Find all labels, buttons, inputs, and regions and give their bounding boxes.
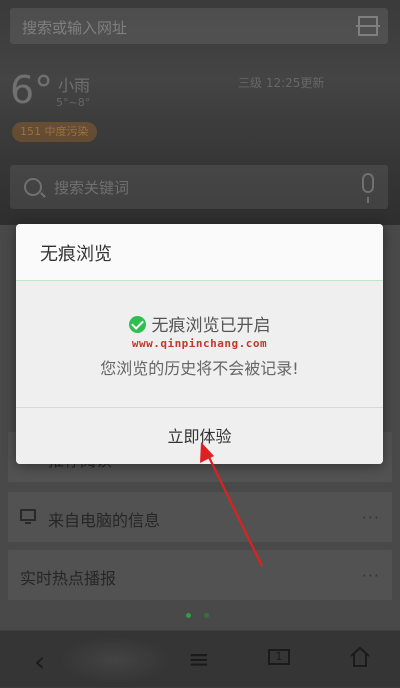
watermark-text: www.qinpinchang.com	[131, 337, 268, 350]
status-text: 无痕浏览已开启	[151, 316, 271, 336]
check-circle-icon	[128, 316, 146, 333]
incognito-dialog: 无痕浏览 无痕浏览已开启 www.qinpinchang.com 您浏览的历史将…	[16, 224, 383, 464]
description-text: 您浏览的历史将不会被记录!	[100, 359, 299, 378]
dialog-header: 无痕浏览	[16, 224, 383, 281]
dialog-body: 无痕浏览已开启 www.qinpinchang.com 您浏览的历史将不会被记录…	[16, 281, 383, 407]
status-line: 无痕浏览已开启	[16, 311, 383, 336]
dialog-title: 无痕浏览	[40, 244, 112, 265]
dialog-footer: 立即体验	[16, 407, 383, 464]
try-now-button[interactable]: 立即体验	[16, 408, 383, 464]
